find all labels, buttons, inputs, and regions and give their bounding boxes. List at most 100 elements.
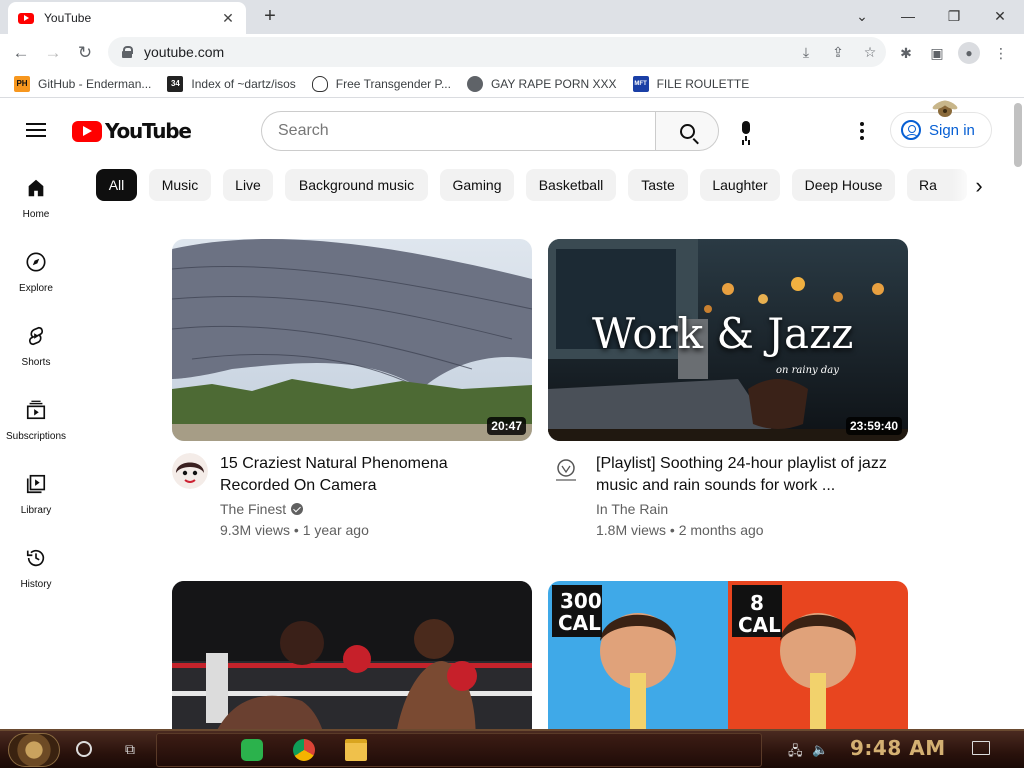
shorts-icon [29, 326, 43, 346]
guide-item-subscriptions[interactable]: Subscriptions [0, 383, 72, 457]
minimize-button[interactable]: — [888, 2, 928, 30]
guide-label: Shorts [21, 357, 51, 368]
search-icon [679, 123, 695, 139]
profile-avatar-icon[interactable]: ● [958, 42, 980, 64]
tab-strip: YouTube ✕ + ⌄ — ❐ ✕ [0, 0, 1024, 34]
mft-icon: MFT [632, 75, 649, 92]
upload-age: 2 months ago [678, 522, 764, 538]
chip-basketball[interactable]: Basketball [526, 169, 616, 201]
thumbnail-calorie-number: 300 [560, 589, 602, 613]
windows-taskbar: ⧉ 🖧 🔈 9:48 AM [0, 729, 1024, 768]
guide-item-history[interactable]: History [0, 531, 72, 605]
video-card[interactable]: 20:47 15 Craziest Natural Phenomena Reco… [172, 239, 532, 559]
install-app-icon[interactable]: ⤓ [790, 44, 822, 61]
hamburger-menu-icon[interactable] [26, 123, 46, 137]
start-button[interactable] [8, 733, 60, 767]
video-thumbnail[interactable] [172, 581, 532, 729]
chrome-icon[interactable] [293, 739, 315, 761]
video-title[interactable]: [Playlist] Soothing 24-hour playlist of … [596, 453, 896, 497]
calorie-thumbnail-image [548, 581, 908, 729]
share-icon[interactable]: ⇪ [822, 44, 854, 61]
channel-avatar-image [172, 453, 208, 489]
guide-label: History [20, 579, 52, 590]
browser-menu-icon[interactable]: ⋮ [990, 42, 1012, 64]
search-button[interactable] [655, 111, 719, 151]
channel-name[interactable]: The Finest [220, 501, 286, 517]
thumbnail-calorie-unit: CAL [558, 611, 601, 635]
browser-toolbar: ← → ↻ youtube.com ⤓ ⇪ ☆ ✱ ▣ ● ⋮ [0, 34, 1024, 70]
youtube-logo-text: YouTube [105, 119, 192, 143]
youtube-favicon-icon [18, 12, 34, 24]
video-duration: 20:47 [487, 417, 526, 435]
back-button[interactable]: ← [8, 40, 34, 66]
globe-icon [466, 75, 483, 92]
new-tab-button[interactable]: + [258, 4, 282, 28]
bookmark-label: GAY RAPE PORN XXX [490, 76, 617, 91]
chip-laughter[interactable]: Laughter [700, 169, 780, 201]
bookmark-star-icon[interactable]: ☆ [854, 44, 886, 61]
guide-item-shorts[interactable]: Shorts [0, 309, 72, 383]
video-title[interactable]: 15 Craziest Natural Phenomena Recorded O… [220, 453, 520, 497]
url-text[interactable]: youtube.com [144, 44, 790, 60]
channel-avatar[interactable] [548, 453, 584, 489]
chip-music[interactable]: Music [149, 169, 211, 201]
channel-name[interactable]: In The Rain [596, 501, 668, 517]
bookmark-file-roulette[interactable]: MFT FILE ROULETTE [632, 75, 749, 92]
chip-all[interactable]: All [96, 169, 137, 201]
upload-age: 1 year ago [302, 522, 369, 538]
chip-deep-house[interactable]: Deep House [792, 169, 895, 201]
bookmark-globe-site[interactable]: GAY RAPE PORN XXX [466, 75, 617, 92]
youtube-logo[interactable]: YouTube [72, 119, 192, 143]
bookmark-github[interactable]: PH GitHub - Enderman... [14, 75, 151, 92]
thumbnail-calorie-number: 8 [750, 591, 764, 615]
microphone-icon[interactable] [738, 121, 754, 143]
chip-gaming[interactable]: Gaming [440, 169, 514, 201]
chevron-right-icon[interactable]: › [968, 175, 990, 197]
bookmark-free-transgender[interactable]: Free Transgender P... [311, 75, 451, 92]
cortana-search-icon[interactable] [76, 741, 92, 757]
chip-background-music[interactable]: Background music [285, 169, 428, 201]
guide-item-library[interactable]: Library [0, 457, 72, 531]
search-input[interactable] [261, 111, 655, 151]
video-card[interactable]: 300 CAL 8 CAL [548, 581, 908, 729]
tab-youtube[interactable]: YouTube ✕ [8, 2, 246, 34]
spotify-like-app-icon[interactable] [241, 739, 263, 761]
close-tab-icon[interactable]: ✕ [220, 10, 236, 27]
volume-icon[interactable]: 🔈 [812, 742, 828, 758]
scrollbar-thumb[interactable] [1014, 103, 1022, 167]
chevron-down-icon[interactable]: ⌄ [842, 2, 882, 30]
video-thumbnail[interactable]: Work & Jazz on rainy day 23:59:40 [548, 239, 908, 441]
task-view-icon[interactable]: ⧉ [120, 741, 140, 757]
video-thumbnail[interactable]: 20:47 [172, 239, 532, 441]
network-icon[interactable]: 🖧 [788, 742, 803, 764]
subscriptions-icon [26, 400, 46, 420]
notification-center-icon[interactable] [972, 741, 990, 755]
video-card[interactable] [172, 581, 532, 729]
channel-name-row: The Finest [220, 501, 304, 517]
guide-label: Subscriptions [5, 431, 67, 442]
close-window-button[interactable]: ✕ [980, 2, 1020, 30]
lock-icon[interactable] [122, 46, 133, 58]
thumbnail-subtitle-text: on rainy day [776, 365, 839, 376]
history-icon [26, 549, 45, 567]
mask-icon [311, 75, 328, 92]
channel-avatar[interactable] [172, 453, 208, 489]
chip-taste[interactable]: Taste [628, 169, 688, 201]
taskbar-clock[interactable]: 9:48 AM [850, 736, 946, 760]
forward-button[interactable]: → [40, 40, 66, 66]
side-panel-icon[interactable]: ▣ [926, 42, 948, 64]
guide-item-explore[interactable]: Explore [0, 235, 72, 309]
page-scrollbar[interactable] [1012, 99, 1024, 729]
restore-button[interactable]: ❐ [934, 2, 974, 30]
settings-menu-icon[interactable] [852, 119, 872, 143]
reload-button[interactable]: ↻ [72, 40, 98, 66]
chip-live[interactable]: Live [223, 169, 273, 201]
extensions-icon[interactable]: ✱ [895, 42, 917, 64]
bookmark-index-isos[interactable]: 34 Index of ~dartz/isos [167, 75, 296, 92]
video-card[interactable]: Work & Jazz on rainy day 23:59:40 [Playl… [548, 239, 908, 559]
youtube-page: YouTube Sign in All Music Live Backgroun… [0, 99, 1024, 729]
video-thumbnail[interactable]: 300 CAL 8 CAL [548, 581, 908, 729]
guide-item-home[interactable]: Home [0, 161, 72, 235]
file-explorer-icon[interactable] [345, 739, 367, 761]
address-bar[interactable]: youtube.com ⤓ ⇪ ☆ [108, 37, 886, 67]
